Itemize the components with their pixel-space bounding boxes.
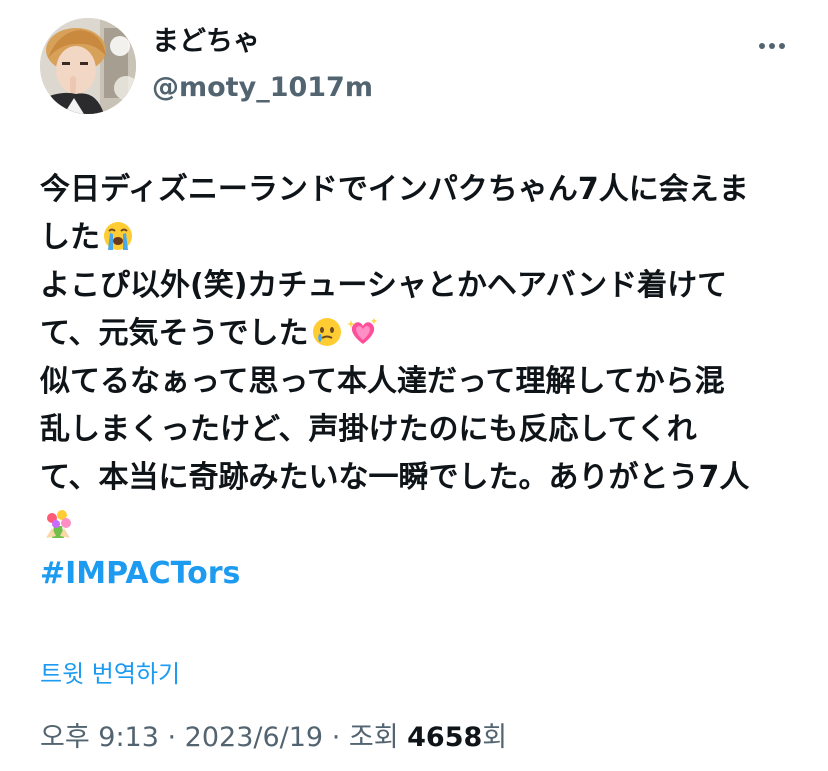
meta-separator: ·: [323, 722, 349, 753]
tweet-line-7: て、本当に奇跡みたいな一瞬でした。ありがとう7人: [40, 454, 788, 502]
tweet: まどちゃ @moty_1017m 今日ディズニーランドでインパクちゃん7人に会え…: [0, 0, 828, 771]
loudly-crying-face-emoji: [104, 222, 132, 250]
face-holding-back-tears-emoji: [312, 318, 341, 346]
tweet-line-2: した: [40, 214, 788, 262]
tweet-line-text: て、本当に奇跡みたいな一瞬でした。ありがとう7人: [40, 460, 750, 495]
tweet-line-1: 今日ディズニーランドでインパクちゃん7人に会えま: [40, 166, 788, 214]
tweet-line-text: 似てるなぁって思って本人達だって理解してから混: [40, 364, 725, 399]
tweet-line-text: 今日ディズニーランドでインパクちゃん7人に会えま: [40, 172, 749, 207]
views-suffix: 회: [482, 722, 508, 753]
tweet-line-text: した: [40, 220, 100, 255]
tweet-line-3: よこぴ以外(笑)カチューシャとかヘアバンド着けて: [40, 262, 788, 310]
views-label: 조회: [348, 722, 399, 753]
sparkling-heart-emoji: [346, 318, 377, 344]
avatar-image: [40, 18, 136, 114]
tweet-meta: 오후 9:13 · 2023/6/19 · 조회 4658회: [40, 720, 507, 756]
tweet-line-text: よこぴ以外(笑)カチューシャとかヘアバンド着けて: [40, 268, 728, 303]
tweet-header: まどちゃ @moty_1017m: [40, 18, 790, 118]
ellipsis-icon: [759, 43, 785, 49]
tweet-line-4: て、元気そうでした: [40, 310, 788, 358]
tweet-date[interactable]: 2023/6/19: [185, 722, 323, 753]
translate-tweet-link[interactable]: 트윗 번역하기: [40, 658, 180, 690]
tweet-time[interactable]: 오후 9:13: [40, 722, 159, 753]
tweet-line-8: [40, 502, 788, 550]
tweet-line-5: 似てるなぁって思って本人達だって理解してから混: [40, 358, 788, 406]
tweet-line-text: 乱しまくったけど、声掛けたのにも反応してくれ: [40, 412, 697, 447]
user-names: まどちゃ @moty_1017m: [152, 24, 373, 106]
views-count: 4658: [407, 722, 483, 753]
meta-separator: ·: [158, 722, 185, 753]
display-name[interactable]: まどちゃ: [152, 24, 373, 60]
user-handle[interactable]: @moty_1017m: [152, 70, 373, 106]
avatar[interactable]: [40, 18, 136, 114]
more-options-button[interactable]: [752, 32, 792, 60]
tweet-line-text: て、元気そうでした: [40, 316, 309, 351]
hashtag-link[interactable]: #IMPACTors: [40, 556, 240, 591]
bouquet-emoji: [46, 510, 71, 538]
tweet-line-9: #IMPACTors: [40, 550, 788, 598]
tweet-text: 今日ディズニーランドでインパクちゃん7人に会えま した よこぴ以外(笑)カチュー…: [40, 166, 788, 598]
tweet-line-6: 乱しまくったけど、声掛けたのにも反応してくれ: [40, 406, 788, 454]
